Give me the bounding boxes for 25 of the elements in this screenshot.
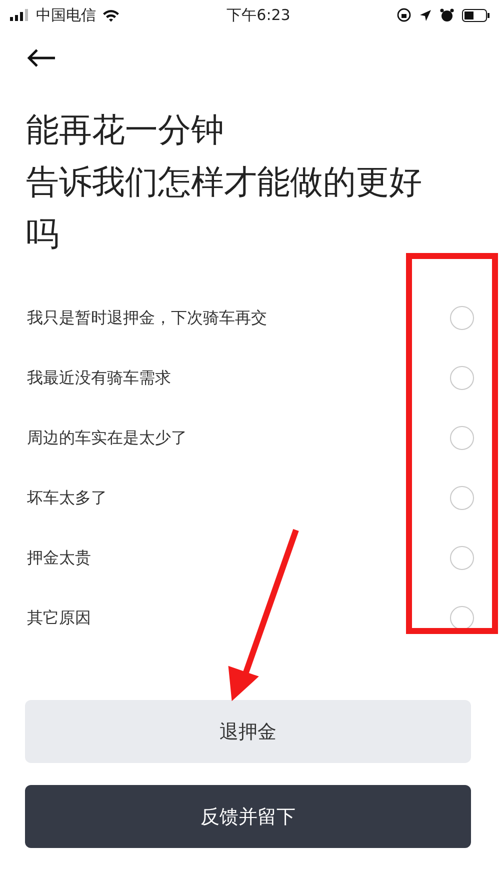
feedback-stay-button[interactable]: 反馈并留下 bbox=[25, 785, 471, 848]
option-label: 我只是暂时退押金，下次骑车再交 bbox=[27, 308, 267, 328]
radio-button[interactable] bbox=[450, 306, 474, 330]
back-arrow-icon[interactable] bbox=[26, 48, 56, 68]
radio-button[interactable] bbox=[450, 546, 474, 570]
option-label: 其它原因 bbox=[27, 608, 91, 628]
page-title: 告诉我们怎样才能做的更好吗 bbox=[26, 161, 423, 255]
status-time: 下午6:23 bbox=[226, 6, 290, 24]
option-label: 我最近没有骑车需求 bbox=[27, 368, 171, 388]
radio-button[interactable] bbox=[450, 366, 474, 390]
battery-icon bbox=[462, 8, 490, 22]
location-icon bbox=[419, 8, 432, 22]
radio-button[interactable] bbox=[450, 426, 474, 450]
option-label: 坏车太多了 bbox=[27, 488, 107, 508]
signal-icon bbox=[10, 9, 30, 21]
option-label: 周边的车实在是太少了 bbox=[27, 428, 187, 448]
carrier-name: 中国电信 bbox=[36, 6, 96, 24]
page-title: 能再花一分钟 bbox=[26, 109, 225, 151]
option-label: 押金太贵 bbox=[27, 548, 91, 568]
refund-deposit-button[interactable]: 退押金 bbox=[25, 700, 471, 763]
radio-button[interactable] bbox=[450, 606, 474, 630]
alarm-icon bbox=[440, 8, 454, 22]
wifi-icon bbox=[102, 8, 120, 22]
radio-button[interactable] bbox=[450, 486, 474, 510]
rotation-lock-icon bbox=[397, 8, 411, 22]
